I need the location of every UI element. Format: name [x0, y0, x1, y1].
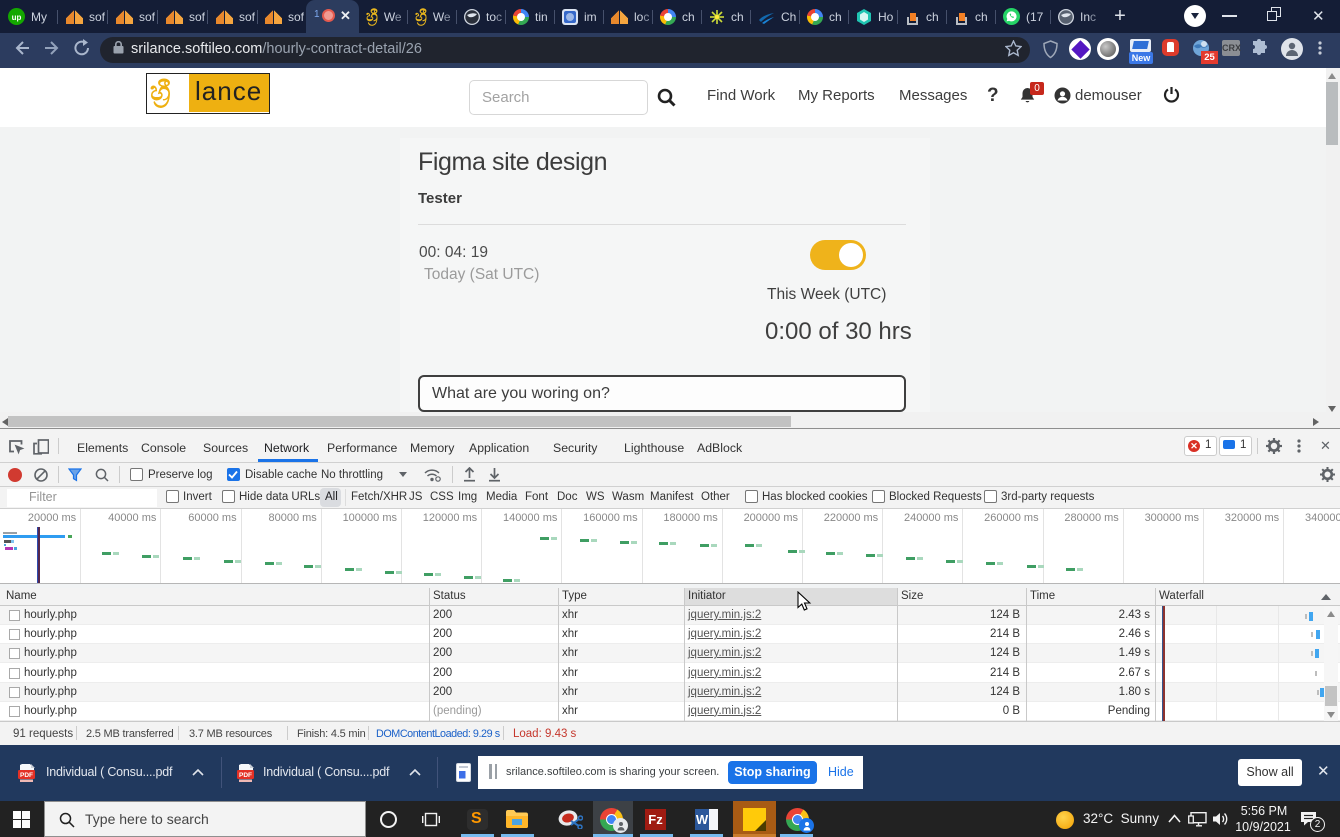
svg-text:PDF: PDF — [20, 772, 33, 779]
svg-text:up: up — [12, 13, 22, 22]
svg-text:PDF: PDF — [239, 772, 252, 779]
